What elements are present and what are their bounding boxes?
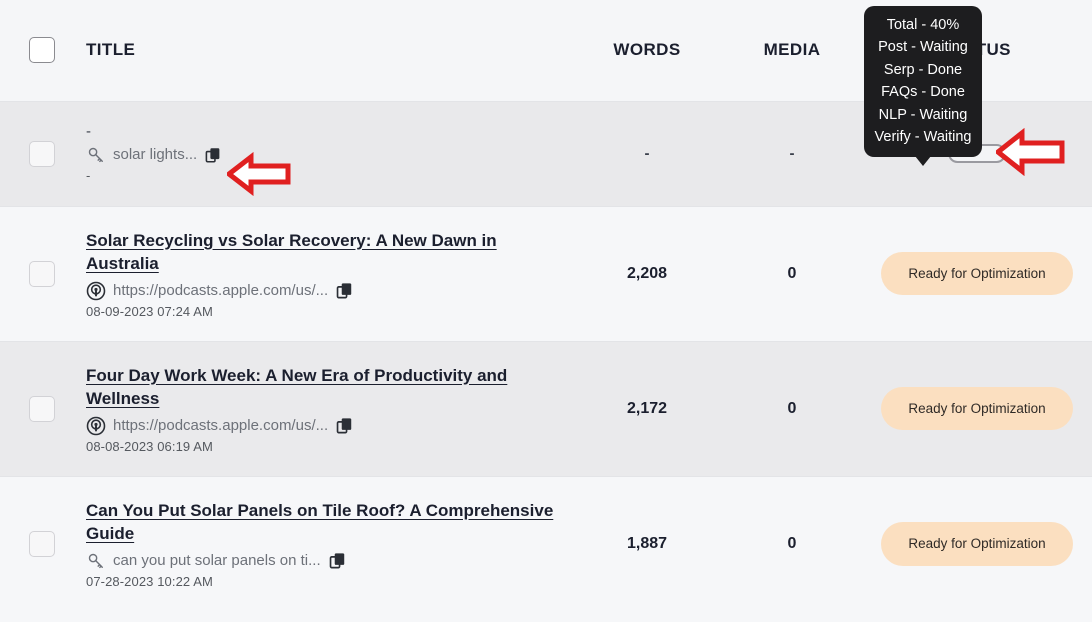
table-body: - solar lights... - - - Solar Recycling … [0,101,1092,611]
row-media: 0 [787,264,797,282]
row-status-cell: Ready for Optimization [862,206,1092,341]
row-words: 1,887 [626,534,668,552]
row-status-cell: Ready for Optimization [862,476,1092,611]
row-checkbox[interactable] [29,530,55,557]
tooltip-line-serp: Serp - Done [883,61,963,78]
table-row[interactable]: Can You Put Solar Panels on Tile Roof? A… [0,476,1092,611]
row-url-text: https://podcasts.apple.com/us/... [113,281,329,299]
row-title-cell: - solar lights... - [84,101,572,206]
left-arrow-annotation [993,127,1066,181]
row-select-cell [0,206,84,341]
row-keyword-text: solar lights... [113,145,198,163]
tooltip-line-nlp: NLP - Waiting [878,106,968,123]
tooltip-line-verify: Verify - Waiting [874,129,972,146]
row-media: 0 [787,534,797,552]
key-icon [86,551,106,571]
row-words: 2,208 [626,264,668,282]
row-checkbox[interactable] [29,140,55,167]
row-date: 08-09-2023 07:24 AM [86,303,213,319]
article-table-page: TITLE WORDS MEDIA STATUS - [0,0,1092,622]
row-keyword-text: can you put solar panels on ti... [113,551,321,569]
row-subline: https://podcasts.apple.com/us/... [86,416,564,436]
row-title-link[interactable]: Can You Put Solar Panels on Tile Roof? A… [86,501,553,543]
row-date: - [86,167,91,183]
row-words: 2,172 [626,399,668,417]
row-subline: https://podcasts.apple.com/us/... [86,281,564,301]
row-select-cell [0,476,84,611]
row-title-link[interactable]: Solar Recycling vs Solar Recovery: A New… [86,231,497,273]
tooltip-line-post: Post - Waiting [878,39,968,56]
header-title[interactable]: TITLE [84,0,572,101]
podcast-icon [86,281,106,301]
select-all-checkbox[interactable] [29,37,55,64]
tooltip-pointer [915,156,931,167]
table-row[interactable]: Solar Recycling vs Solar Recovery: A New… [0,206,1092,341]
left-arrow-annotation [224,151,291,201]
header-select-all-cell [0,0,84,101]
table-row[interactable]: Four Day Work Week: A New Era of Product… [0,341,1092,476]
copy-icon[interactable] [335,281,354,300]
row-status-cell: Ready for Optimization [862,341,1092,476]
copy-icon[interactable] [328,551,347,570]
row-title-text[interactable]: - [86,124,564,139]
copy-icon[interactable] [335,416,354,435]
row-checkbox[interactable] [29,395,55,422]
podcast-icon [86,416,106,436]
row-words: - [644,145,650,162]
header-words[interactable]: WORDS [572,0,722,101]
row-subline: solar lights... [86,145,564,165]
status-tooltip: Total - 40% Post - Waiting Serp - Done F… [864,6,982,167]
row-checkbox[interactable] [29,260,55,287]
tooltip-line-total: Total - 40% [886,17,960,33]
row-date: 07-28-2023 10:22 AM [86,573,213,589]
row-date: 08-08-2023 06:19 AM [86,438,213,454]
status-badge[interactable]: Ready for Optimization [881,251,1073,296]
row-subline: can you put solar panels on ti... [86,551,564,571]
status-badge[interactable]: Ready for Optimization [881,386,1073,431]
row-title-cell: Can You Put Solar Panels on Tile Roof? A… [84,476,572,611]
key-icon [86,145,106,165]
row-select-cell [0,341,84,476]
status-badge[interactable]: Ready for Optimization [881,522,1073,566]
row-media: - [789,145,795,162]
row-title-link[interactable]: Four Day Work Week: A New Era of Product… [86,366,507,408]
header-media[interactable]: MEDIA [722,0,862,101]
copy-icon[interactable] [204,146,222,164]
row-select-cell [0,101,84,206]
row-media: 0 [787,399,797,417]
tooltip-line-faqs: FAQs - Done [881,84,965,101]
row-title-cell: Four Day Work Week: A New Era of Product… [84,341,572,476]
row-url-text: https://podcasts.apple.com/us/... [113,416,329,434]
row-title-cell: Solar Recycling vs Solar Recovery: A New… [84,206,572,341]
